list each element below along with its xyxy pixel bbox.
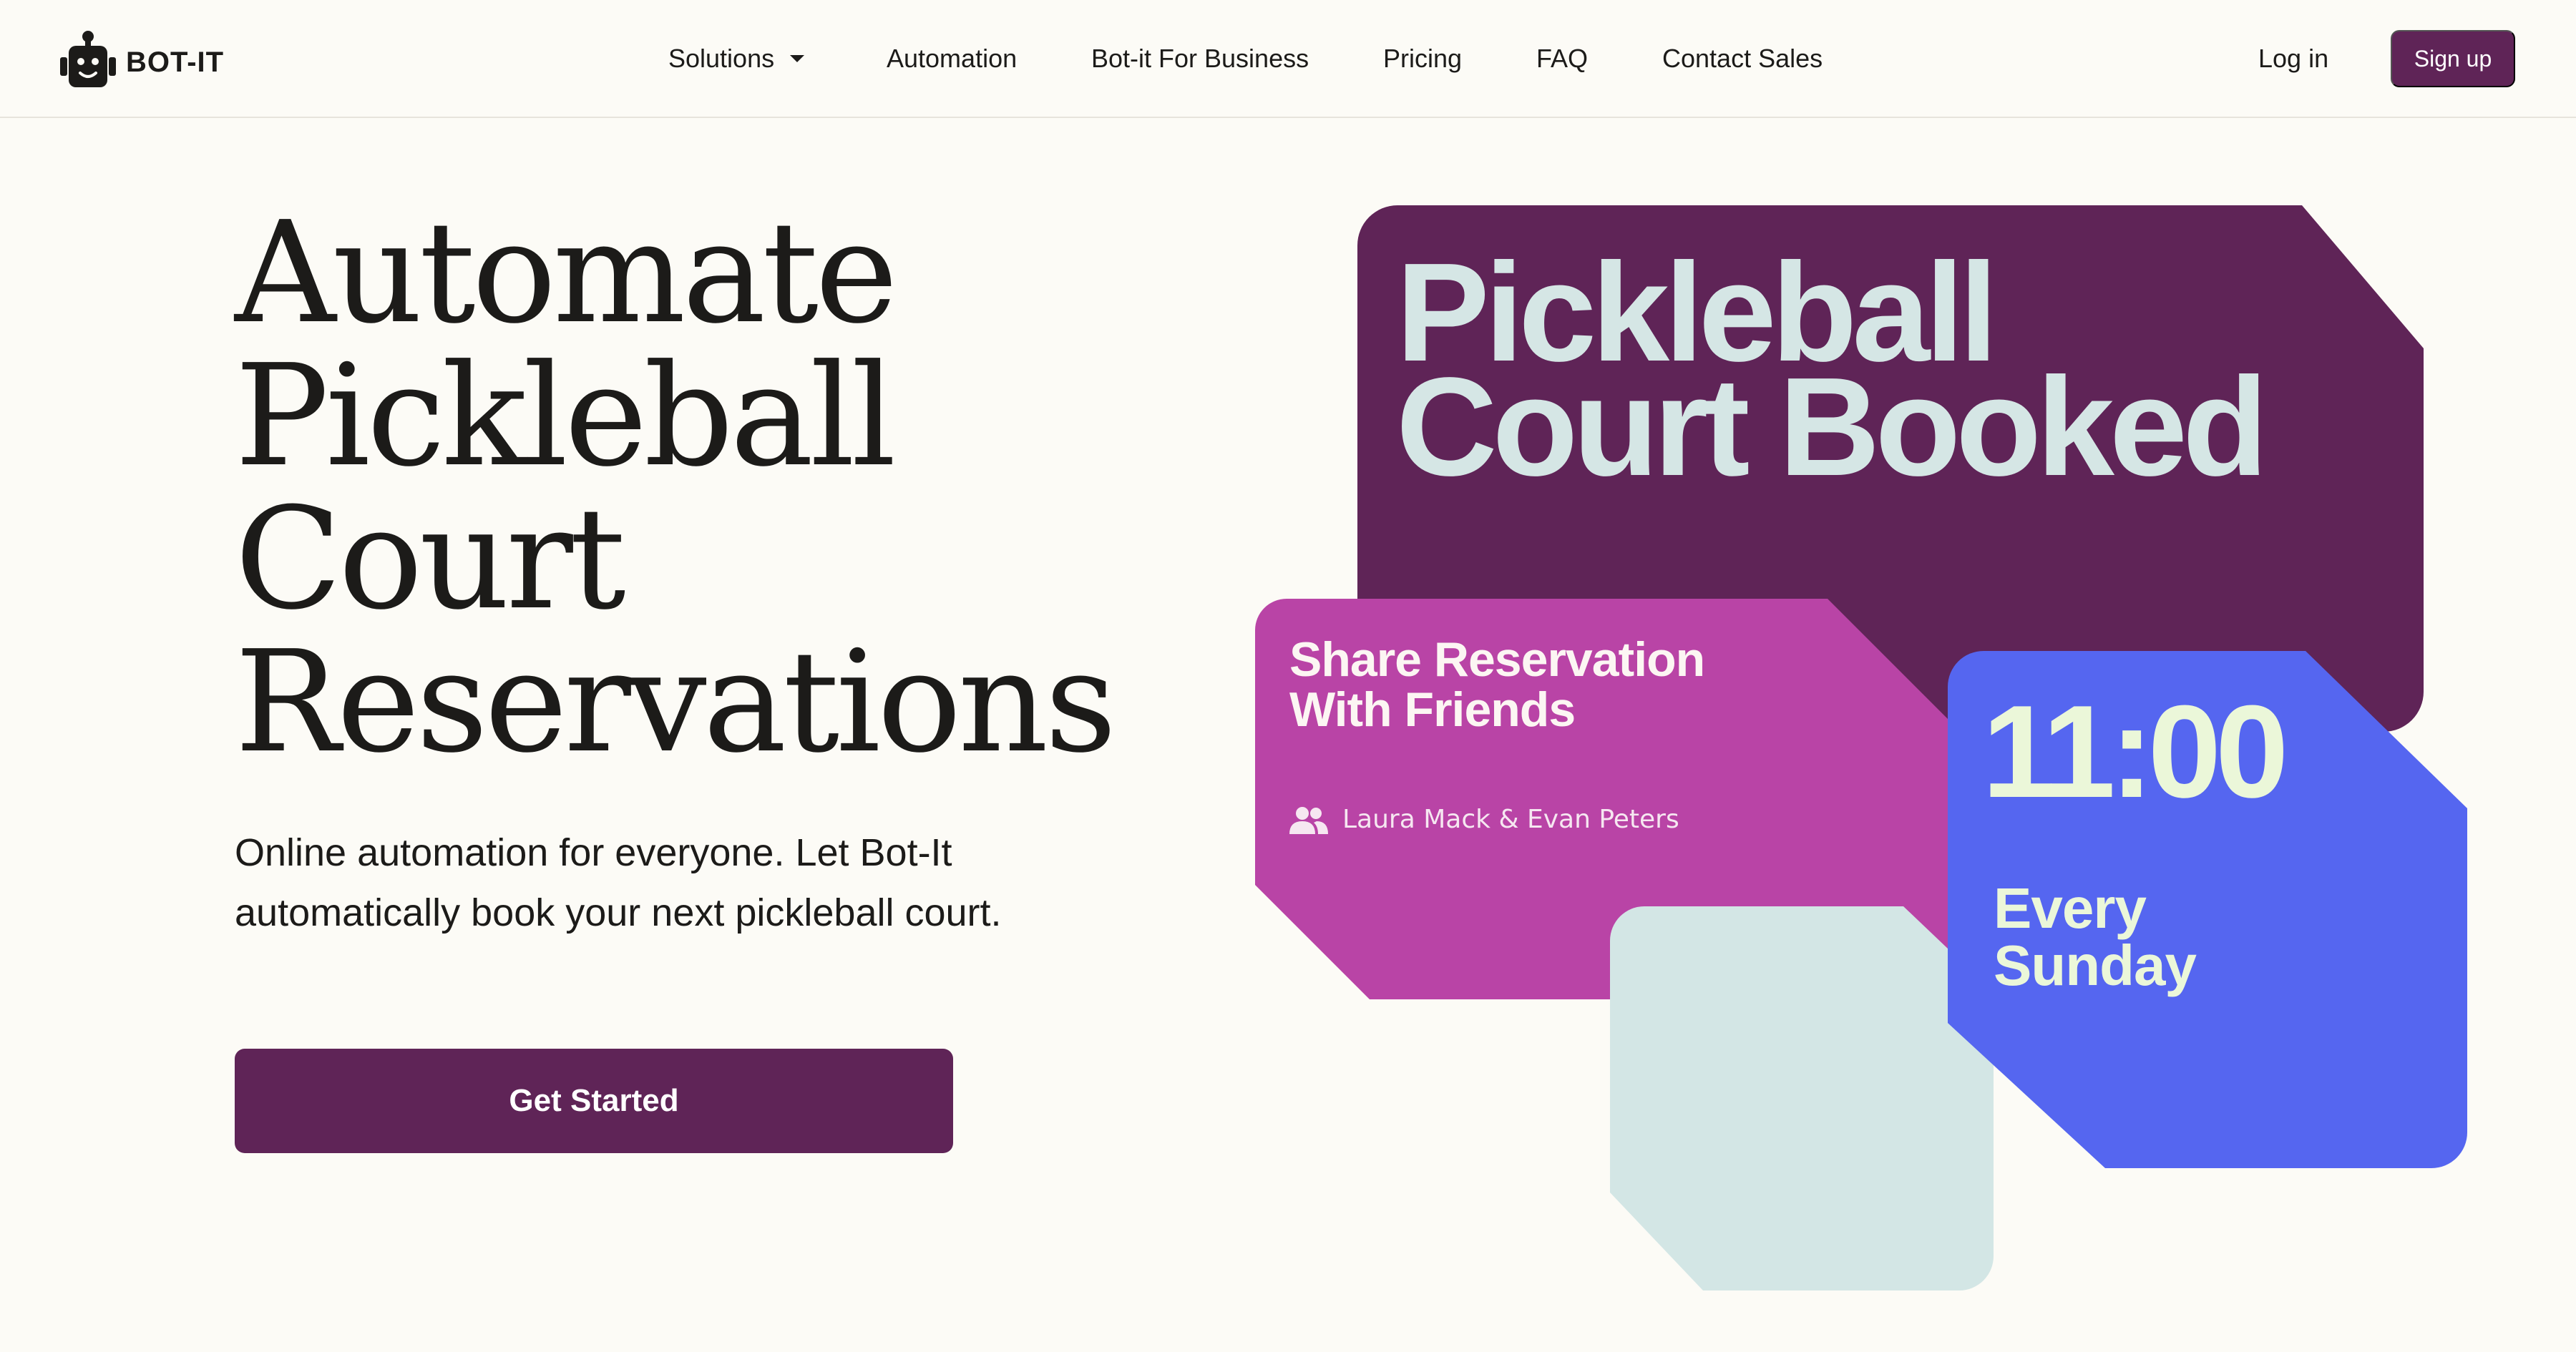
friends-row: Laura Mack & Evan Peters	[1289, 805, 1679, 834]
get-started-button[interactable]: Get Started	[235, 1049, 953, 1153]
hero-title-line: Court	[235, 478, 626, 641]
site-header: BOT-IT Solutions Automation Bot-it For B…	[0, 0, 2576, 118]
hero-subtitle: Online automation for everyone. Let Bot-…	[235, 831, 1002, 934]
caret-down-icon	[790, 55, 805, 62]
share-reservation-title-line: Share Reservation	[1289, 632, 1705, 687]
robot-icon	[60, 31, 116, 87]
nav-pricing[interactable]: Pricing	[1383, 41, 1462, 76]
hero-title-line: Reservations	[235, 621, 1117, 784]
nav-solutions[interactable]: Solutions	[668, 41, 806, 76]
schedule-day-line: Sunday	[1994, 934, 2197, 997]
nav-contact-sales[interactable]: Contact Sales	[1662, 41, 1823, 76]
hero-title-line: Pickleball	[235, 335, 896, 498]
share-reservation-title-line: With Friends	[1289, 682, 1576, 737]
court-booked-title-line: Court Booked	[1396, 348, 2268, 505]
signup-button[interactable]: Sign up	[2391, 30, 2515, 87]
schedule-day-line: Every	[1994, 876, 2147, 940]
friends-names: Laura Mack & Evan Peters	[1342, 805, 1679, 834]
logo-text: BOT-IT	[126, 46, 225, 78]
hero-title-line: Automate	[235, 192, 898, 355]
schedule-day: Every Sunday	[1994, 876, 2197, 997]
nav-faq[interactable]: FAQ	[1536, 41, 1588, 76]
schedule-time: 11:00	[1982, 677, 2288, 825]
people-icon	[1289, 806, 1328, 834]
hero-title: Automate Pickleball Court Reservations	[235, 202, 1165, 774]
nav-automation[interactable]: Automation	[887, 41, 1017, 76]
decorative-card	[1610, 906, 1994, 1290]
nav-solutions-label: Solutions	[668, 44, 775, 73]
login-link[interactable]: Log in	[2258, 41, 2328, 76]
court-booked-title: Pickleball Court Booked	[1396, 243, 2268, 505]
share-reservation-title: Share Reservation With Friends	[1289, 632, 1705, 737]
logo[interactable]: BOT-IT	[60, 30, 224, 89]
nav-business[interactable]: Bot-it For Business	[1091, 41, 1309, 76]
